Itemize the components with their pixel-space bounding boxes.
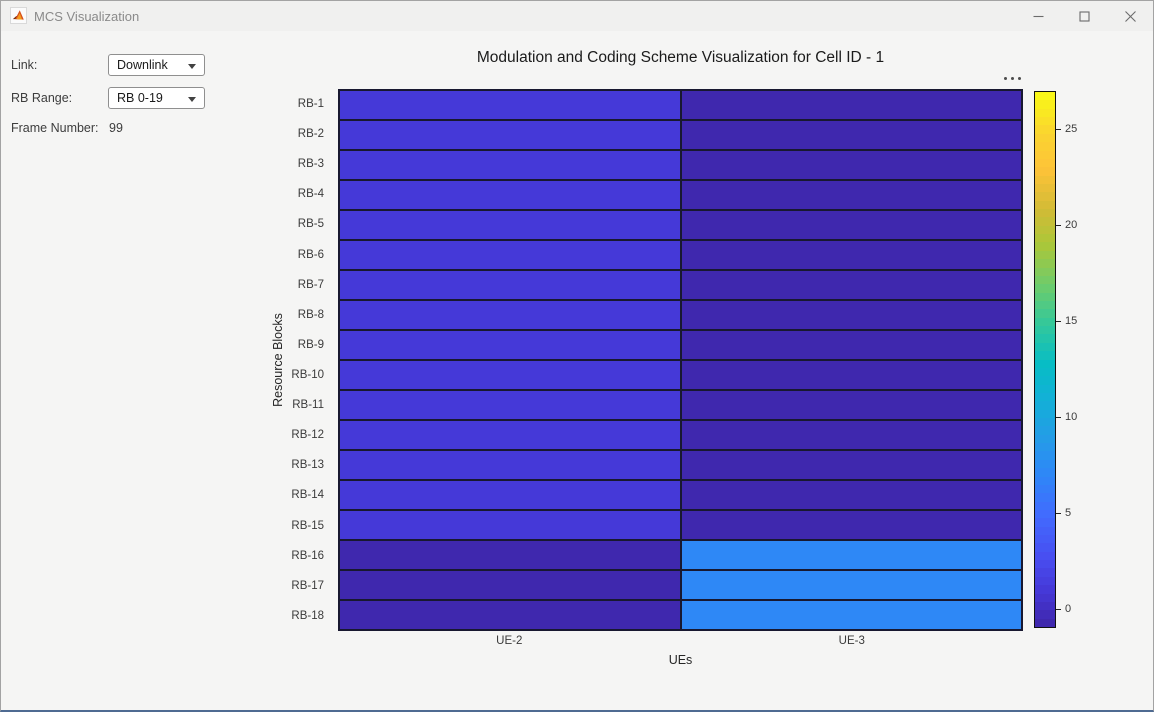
colorbar-tick xyxy=(1056,417,1061,418)
y-axis-label: Resource Blocks xyxy=(271,313,285,407)
heatmap-cell[interactable] xyxy=(682,571,1022,599)
y-tick-label: RB-8 xyxy=(241,300,331,330)
heatmap-cell[interactable] xyxy=(340,421,680,449)
y-tick-label: RB-12 xyxy=(241,420,331,450)
window-titlebar[interactable]: MCS Visualization xyxy=(1,1,1153,31)
rb-range-label: RB Range: xyxy=(11,91,72,105)
rb-range-dropdown[interactable]: RB 0-19 xyxy=(108,87,205,109)
heatmap-cell[interactable] xyxy=(340,481,680,509)
y-tick-label: RB-10 xyxy=(241,360,331,390)
heatmap-cell[interactable] xyxy=(682,391,1022,419)
chevron-down-icon xyxy=(188,64,196,69)
y-tick-label: RB-5 xyxy=(241,209,331,239)
heatmap-cell[interactable] xyxy=(682,331,1022,359)
y-tick-label: RB-2 xyxy=(241,119,331,149)
heatmap-cell[interactable] xyxy=(340,91,680,119)
heatmap-cell[interactable] xyxy=(340,121,680,149)
minimize-icon xyxy=(1033,11,1044,22)
heatmap-cell[interactable] xyxy=(682,451,1022,479)
heatmap-cell[interactable] xyxy=(682,301,1022,329)
y-axis-tick-labels: RB-1RB-2RB-3RB-4RB-5RB-6RB-7RB-8RB-9RB-1… xyxy=(241,89,331,631)
heatmap-cell[interactable] xyxy=(682,541,1022,569)
colorbar-tick xyxy=(1056,513,1061,514)
y-tick-label: RB-9 xyxy=(241,330,331,360)
y-tick-label: RB-14 xyxy=(241,480,331,510)
heatmap-cell[interactable] xyxy=(340,511,680,539)
colorbar-tick-label: 15 xyxy=(1065,315,1077,327)
heatmap-cell[interactable] xyxy=(340,451,680,479)
frame-number-value: 99 xyxy=(109,121,123,135)
link-dropdown-value: Downlink xyxy=(117,58,168,72)
colorbar-tick-label: 25 xyxy=(1065,123,1077,135)
heatmap-cell[interactable] xyxy=(340,301,680,329)
heatmap-cell[interactable] xyxy=(340,361,680,389)
colorbar-tick xyxy=(1056,609,1061,610)
heatmap-cell[interactable] xyxy=(340,211,680,239)
heatmap-cell[interactable] xyxy=(682,91,1022,119)
heatmap-cell[interactable] xyxy=(682,421,1022,449)
heatmap-cell[interactable] xyxy=(340,151,680,179)
heatmap-cell[interactable] xyxy=(682,241,1022,269)
x-tick-label: UE-3 xyxy=(681,635,1024,651)
matlab-logo-icon xyxy=(10,7,27,24)
rb-range-dropdown-value: RB 0-19 xyxy=(117,91,163,105)
y-tick-label: RB-13 xyxy=(241,450,331,480)
colorbar-tick-label: 10 xyxy=(1065,411,1077,423)
heatmap-cell[interactable] xyxy=(682,151,1022,179)
y-tick-label: RB-7 xyxy=(241,270,331,300)
y-tick-label: RB-17 xyxy=(241,571,331,601)
y-tick-label: RB-6 xyxy=(241,240,331,270)
close-button[interactable] xyxy=(1107,1,1153,31)
link-dropdown[interactable]: Downlink xyxy=(108,54,205,76)
heatmap-cell[interactable] xyxy=(340,271,680,299)
y-tick-label: RB-3 xyxy=(241,149,331,179)
y-tick-label: RB-15 xyxy=(241,511,331,541)
heatmap-cell[interactable] xyxy=(340,181,680,209)
maximize-button[interactable] xyxy=(1061,1,1107,31)
figure-content: Link: Downlink RB Range: RB 0-19 Frame N… xyxy=(1,31,1153,710)
heatmap-cell[interactable] xyxy=(340,571,680,599)
mcs-visualization-window: MCS Visualization Link: Downlink RB Rang… xyxy=(0,0,1154,712)
heatmap-cell[interactable] xyxy=(340,241,680,269)
heatmap-cell[interactable] xyxy=(682,511,1022,539)
colorbar-tick-label: 20 xyxy=(1065,219,1077,231)
axes-toolbar-ellipsis-icon[interactable] xyxy=(998,71,1026,85)
heatmap-cell[interactable] xyxy=(682,121,1022,149)
heatmap-cell[interactable] xyxy=(340,331,680,359)
frame-number-label: Frame Number: xyxy=(11,121,99,135)
heatmap-cell[interactable] xyxy=(682,211,1022,239)
y-tick-label: RB-16 xyxy=(241,541,331,571)
minimize-button[interactable] xyxy=(1015,1,1061,31)
chart-title: Modulation and Coding Scheme Visualizati… xyxy=(338,49,1023,67)
colorbar-tick xyxy=(1056,321,1061,322)
colorbar-tick xyxy=(1056,129,1061,130)
y-tick-label: RB-11 xyxy=(241,390,331,420)
y-tick-label: RB-4 xyxy=(241,179,331,209)
mcs-heatmap xyxy=(338,89,1023,631)
heatmap-cell[interactable] xyxy=(340,541,680,569)
window-title: MCS Visualization xyxy=(34,9,139,24)
heatmap-cell[interactable] xyxy=(340,601,680,629)
heatmap-cell[interactable] xyxy=(682,361,1022,389)
chevron-down-icon xyxy=(188,97,196,102)
colorbar-tick-label: 5 xyxy=(1065,507,1071,519)
x-axis-tick-labels: UE-2UE-3 xyxy=(338,635,1023,651)
y-tick-label: RB-18 xyxy=(241,601,331,631)
heatmap-cell[interactable] xyxy=(682,481,1022,509)
x-tick-label: UE-2 xyxy=(338,635,681,651)
close-icon xyxy=(1125,11,1136,22)
heatmap-cell[interactable] xyxy=(340,391,680,419)
y-tick-label: RB-1 xyxy=(241,89,331,119)
heatmap-cell[interactable] xyxy=(682,601,1022,629)
colorbar-tick-label: 0 xyxy=(1065,603,1071,615)
heatmap-cell[interactable] xyxy=(682,271,1022,299)
x-axis-label: UEs xyxy=(338,653,1023,667)
colorbar xyxy=(1034,91,1056,628)
colorbar-tick xyxy=(1056,225,1061,226)
link-label: Link: xyxy=(11,58,37,72)
maximize-icon xyxy=(1079,11,1090,22)
heatmap-cell[interactable] xyxy=(682,181,1022,209)
